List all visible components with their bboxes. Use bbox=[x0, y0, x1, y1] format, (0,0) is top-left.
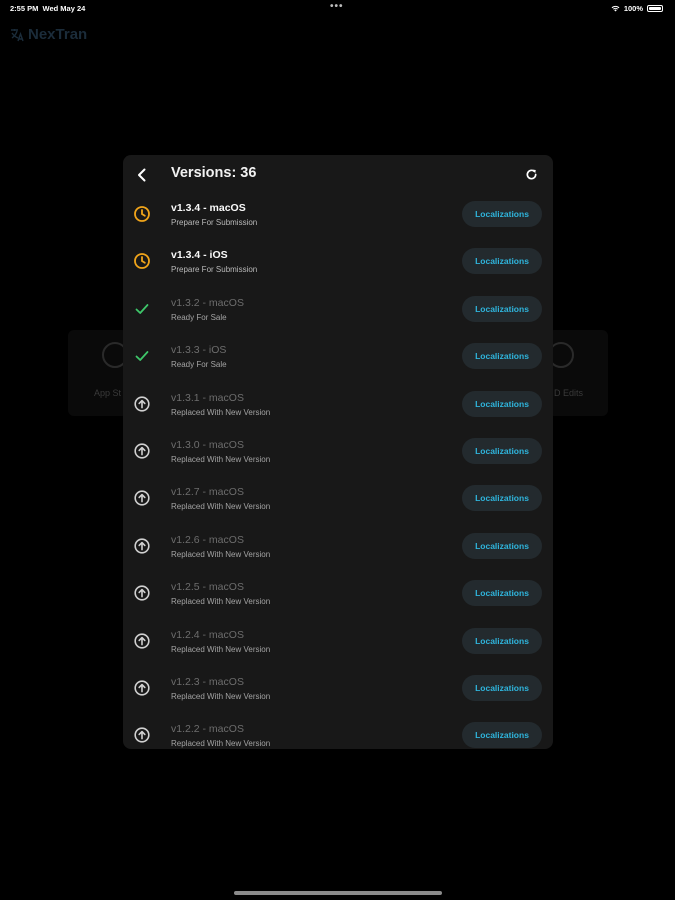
background-card-right-label: D Edits bbox=[554, 388, 584, 398]
version-status: Replaced With New Version bbox=[171, 502, 271, 512]
version-texts: v1.3.2 - macOS Ready For Sale bbox=[171, 297, 244, 323]
arrow-up-circle-icon bbox=[133, 442, 151, 460]
localizations-button[interactable]: Localizations bbox=[462, 390, 542, 417]
version-name: v1.2.4 - macOS bbox=[171, 628, 244, 641]
version-row[interactable]: v1.2.5 - macOS Replaced With New Version… bbox=[123, 572, 553, 619]
version-row[interactable]: v1.3.1 - macOS Replaced With New Version… bbox=[123, 383, 553, 430]
version-status: Prepare For Submission bbox=[171, 218, 258, 227]
version-name: v1.3.3 - iOS bbox=[171, 344, 227, 357]
refresh-icon bbox=[526, 169, 537, 180]
localizations-button[interactable]: Localizations bbox=[462, 627, 542, 654]
version-status: Ready For Sale bbox=[171, 360, 227, 370]
version-status: Prepare For Submission bbox=[171, 265, 258, 275]
version-row[interactable]: v1.2.2 - macOS Replaced With New Version… bbox=[123, 714, 553, 749]
clock-icon bbox=[133, 252, 151, 270]
version-name: v1.2.2 - macOS bbox=[171, 723, 244, 736]
localizations-button[interactable]: Localizations bbox=[462, 437, 542, 464]
version-row[interactable]: v1.2.6 - macOS Replaced With New Version… bbox=[123, 525, 553, 572]
version-name: v1.2.6 - macOS bbox=[171, 533, 244, 546]
arrow-up-circle-icon bbox=[133, 489, 151, 507]
version-texts: v1.2.2 - macOS Replaced With New Version bbox=[171, 723, 270, 749]
arrow-up-circle-icon bbox=[133, 726, 151, 744]
versions-list[interactable]: v1.3.4 - macOS Prepare For Submission Lo… bbox=[123, 193, 553, 749]
checkmark-icon bbox=[133, 300, 151, 318]
arrow-up-circle-icon bbox=[133, 395, 151, 413]
version-row[interactable]: v1.3.4 - macOS Prepare For Submission Lo… bbox=[123, 193, 553, 240]
arrow-up-circle-icon bbox=[133, 584, 151, 602]
localizations-button[interactable]: Localizations bbox=[462, 248, 542, 275]
background-card-left-label: App St bbox=[94, 388, 122, 398]
version-name: v1.3.4 - macOS bbox=[171, 202, 246, 214]
version-texts: v1.3.4 - iOS Prepare For Submission bbox=[171, 249, 257, 275]
background-card-left: App St bbox=[68, 330, 128, 416]
version-row[interactable]: v1.3.0 - macOS Replaced With New Version… bbox=[123, 430, 553, 477]
version-status: Replaced With New Version bbox=[171, 454, 271, 464]
arrow-up-circle-icon bbox=[133, 537, 151, 555]
version-row[interactable]: v1.2.4 - macOS Replaced With New Version… bbox=[123, 620, 553, 667]
version-name: v1.3.4 - iOS bbox=[171, 249, 228, 262]
version-name: v1.2.3 - macOS bbox=[171, 675, 244, 688]
arrow-up-circle-icon bbox=[133, 679, 151, 697]
version-status: Replaced With New Version bbox=[171, 691, 271, 701]
checkmark-icon bbox=[133, 347, 151, 365]
version-row[interactable]: v1.3.3 - iOS Ready For Sale Localization… bbox=[123, 335, 553, 382]
clock-icon bbox=[133, 205, 151, 223]
version-texts: v1.2.4 - macOS Replaced With New Version bbox=[171, 629, 270, 655]
version-texts: v1.3.0 - macOS Replaced With New Version bbox=[171, 439, 270, 465]
version-status: Replaced With New Version bbox=[171, 644, 271, 654]
localizations-button[interactable]: Localizations bbox=[462, 722, 542, 749]
back-button[interactable] bbox=[132, 165, 152, 185]
version-status: Replaced With New Version bbox=[171, 597, 271, 607]
version-name: v1.2.7 - macOS bbox=[171, 486, 244, 499]
localizations-button[interactable]: Localizations bbox=[462, 343, 542, 370]
version-status: Replaced With New Version bbox=[171, 407, 271, 417]
version-row[interactable]: v1.3.2 - macOS Ready For Sale Localizati… bbox=[123, 288, 553, 335]
version-texts: v1.2.3 - macOS Replaced With New Version bbox=[171, 676, 270, 702]
localizations-button[interactable]: Localizations bbox=[462, 580, 542, 607]
brand: NexTran bbox=[10, 26, 87, 43]
versions-modal: Versions: 36 v1.3.4 - macOS Prepare For … bbox=[123, 155, 553, 749]
localizations-button[interactable]: Localizations bbox=[462, 485, 542, 512]
version-status: Replaced With New Version bbox=[171, 549, 271, 559]
brand-name: NexTran bbox=[28, 26, 88, 43]
version-name: v1.3.2 - macOS bbox=[171, 296, 244, 309]
version-texts: v1.3.3 - iOS Ready For Sale bbox=[171, 344, 227, 370]
modal-title: Versions: 36 bbox=[171, 165, 257, 181]
localizations-button[interactable]: Localizations bbox=[462, 295, 542, 322]
version-texts: v1.3.1 - macOS Replaced With New Version bbox=[171, 392, 270, 418]
translate-logo-icon bbox=[11, 28, 24, 41]
modal-header: Versions: 36 bbox=[123, 155, 553, 195]
refresh-button[interactable] bbox=[521, 164, 541, 184]
version-status: Ready For Sale bbox=[171, 312, 227, 322]
version-texts: v1.2.6 - macOS Replaced With New Version bbox=[171, 534, 270, 560]
version-texts: v1.2.5 - macOS Replaced With New Version bbox=[171, 581, 270, 607]
localizations-button[interactable]: Localizations bbox=[462, 674, 542, 701]
version-row[interactable]: v1.3.4 - iOS Prepare For Submission Loca… bbox=[123, 240, 553, 287]
version-row[interactable]: v1.2.3 - macOS Replaced With New Version… bbox=[123, 667, 553, 714]
home-indicator[interactable] bbox=[234, 891, 442, 895]
version-status: Replaced With New Version bbox=[171, 739, 271, 749]
version-row[interactable]: v1.2.7 - macOS Replaced With New Version… bbox=[123, 477, 553, 524]
background-card-right: D Edits bbox=[548, 330, 608, 416]
version-texts: v1.2.7 - macOS Replaced With New Version bbox=[171, 486, 270, 512]
chevron-left-icon bbox=[138, 168, 146, 182]
version-name: v1.3.0 - macOS bbox=[171, 438, 244, 451]
app-screen: 2:55 PM Wed May 24 ••• 100% NexTran App … bbox=[0, 0, 675, 900]
version-name: v1.2.5 - macOS bbox=[171, 581, 244, 594]
version-name: v1.3.1 - macOS bbox=[171, 391, 244, 404]
arrow-up-circle-icon bbox=[133, 632, 151, 650]
localizations-button[interactable]: Localizations bbox=[462, 532, 542, 559]
localizations-button[interactable]: Localizations bbox=[462, 201, 542, 227]
version-texts: v1.3.4 - macOS Prepare For Submission bbox=[171, 202, 257, 228]
